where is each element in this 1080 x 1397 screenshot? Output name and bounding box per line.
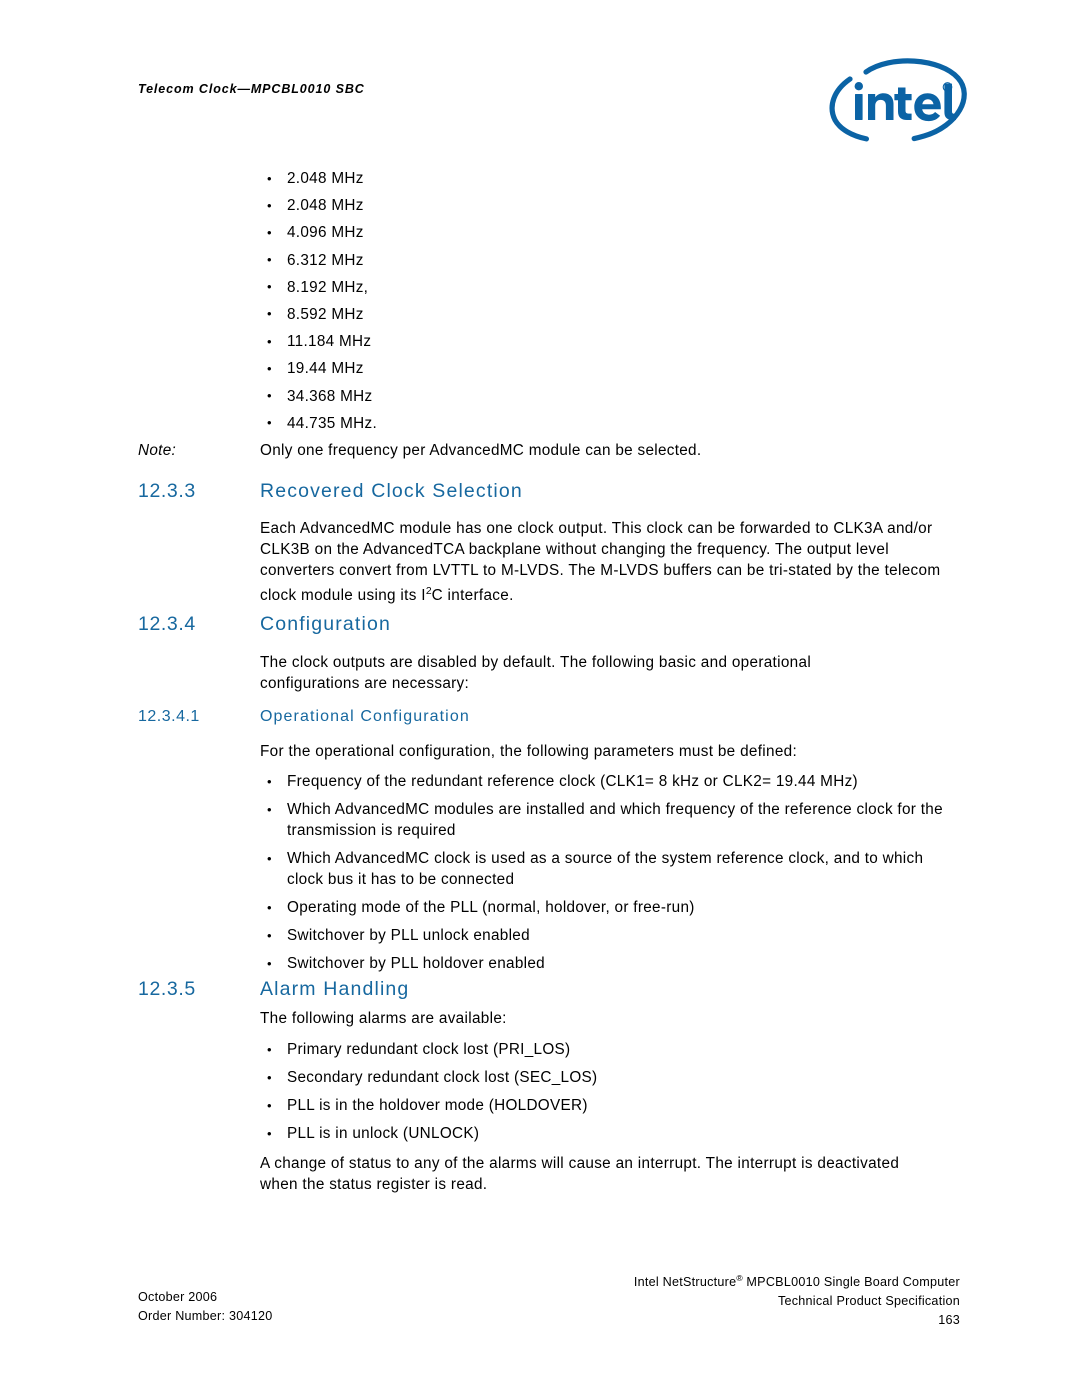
section-heading: 12.3.3 Recovered Clock Selection [138,480,968,503]
note-text: Only one frequency per AdvancedMC module… [260,442,702,459]
list-item: 8.592 MHz [260,303,960,325]
section-alarm-handling-heading: 12.3.5 Alarm Handling [138,978,968,1001]
list-item: PLL is in the holdover mode (HOLDOVER) [260,1095,950,1116]
section-heading: 12.3.4 Configuration [138,613,968,636]
paragraph: The following alarms are available: [260,1010,507,1027]
alarm-handling-intro-block: The following alarms are available: [260,1008,910,1029]
paragraph-text-post: C interface. [431,587,514,605]
running-header: Telecom Clock—MPCBL0010 SBC [138,82,365,96]
list-item: 8.192 MHz, [260,276,960,298]
footer-doc-type: Technical Product Specification [777,1294,960,1309]
frequency-list: 2.048 MHz 2.048 MHz 4.096 MHz 6.312 MHz … [260,168,960,434]
paragraph: Each AdvancedMC module has one clock out… [260,518,960,606]
list-item: PLL is in unlock (UNLOCK) [260,1123,950,1144]
list-item: 44.735 MHz. [260,412,960,434]
operational-configuration-bullets-block: Frequency of the redundant reference clo… [260,771,950,981]
svg-text:R: R [945,85,949,91]
section-heading: 12.3.5 Alarm Handling [138,978,968,1001]
list-item: 19.44 MHz [260,358,960,379]
frequency-list-block: 2.048 MHz 2.048 MHz 4.096 MHz 6.312 MHz … [260,168,960,440]
list-item: 6.312 MHz [260,249,960,271]
operational-configuration-paragraph-block: For the operational configuration, the f… [260,741,960,762]
subsection-title: Operational Configuration [260,708,470,725]
paragraph: A change of status to any of the alarms … [260,1155,900,1193]
footer-date: October 2006 [138,1290,218,1304]
list-item: Secondary redundant clock lost (SEC_LOS) [260,1067,950,1088]
list-item: Which AdvancedMC clock is used as a sour… [260,848,950,890]
footer-product-pre: Intel NetStructure [633,1275,737,1290]
section-title: Configuration [260,613,391,635]
section-recovered-clock-heading: 12.3.3 Recovered Clock Selection [138,480,968,503]
list-item: 2.048 MHz [260,168,960,189]
list-item: 2.048 MHz [260,195,960,216]
subsection-operational-configuration-heading: 12.3.4.1 Operational Configuration [138,708,968,726]
alarm-handling-closing-block: A change of status to any of the alarms … [260,1153,940,1195]
list-item: Which AdvancedMC modules are installed a… [260,799,950,841]
section-configuration-heading: 12.3.4 Configuration [138,613,968,636]
footer-order-number: Order Number: 304120 [138,1309,273,1323]
subsection-number: 12.3.4.1 [138,708,200,725]
footer-page-number: 163 [938,1313,960,1328]
list-item: Primary redundant clock lost (PRI_LOS) [260,1039,950,1060]
alarm-list: Primary redundant clock lost (PRI_LOS) S… [260,1039,950,1144]
section-number: 12.3.4 [138,613,196,635]
note-label: Note: [138,442,177,459]
list-item: Frequency of the redundant reference clo… [260,771,950,792]
subsection-heading: 12.3.4.1 Operational Configuration [138,708,968,726]
alarm-handling-bullets-block: Primary redundant clock lost (PRI_LOS) S… [260,1039,950,1151]
note-row: Note: Only one frequency per AdvancedMC … [138,440,958,461]
list-item: 4.096 MHz [260,222,960,243]
list-item: 11.184 MHz [260,331,960,352]
note-block: Note: Only one frequency per AdvancedMC … [138,440,958,461]
footer-right: Intel NetStructure® MPCBL0010 Single Boa… [634,1269,960,1330]
recovered-clock-paragraph-block: Each AdvancedMC module has one clock out… [260,518,960,606]
list-item: Switchover by PLL unlock enabled [260,925,950,946]
section-number: 12.3.5 [138,978,196,1000]
paragraph: For the operational configuration, the f… [260,743,798,760]
list-item: 34.368 MHz [260,385,960,407]
page-footer: October 2006 Order Number: 304120 Intel … [0,1273,1080,1358]
footer-left: October 2006 Order Number: 304120 [138,1288,273,1326]
footer-product-post: MPCBL0010 Single Board Computer [742,1275,960,1290]
operational-configuration-list: Frequency of the redundant reference clo… [260,771,950,974]
configuration-paragraph-block: The clock outputs are disabled by defaul… [260,652,910,694]
section-title: Recovered Clock Selection [260,480,523,502]
section-title: Alarm Handling [260,978,410,1000]
paragraph: The clock outputs are disabled by defaul… [260,654,812,692]
footer-product-name: Intel NetStructure® MPCBL0010 Single Boa… [634,1269,960,1292]
section-number: 12.3.3 [138,480,196,502]
list-item: Switchover by PLL holdover enabled [260,953,950,974]
list-item: Operating mode of the PLL (normal, holdo… [260,897,950,918]
intel-logo: R [828,52,978,144]
document-page: Telecom Clock—MPCBL0010 SBC R • 2.048 MH… [0,0,1080,1397]
paragraph-text-pre: Each AdvancedMC module has one clock out… [260,520,941,605]
